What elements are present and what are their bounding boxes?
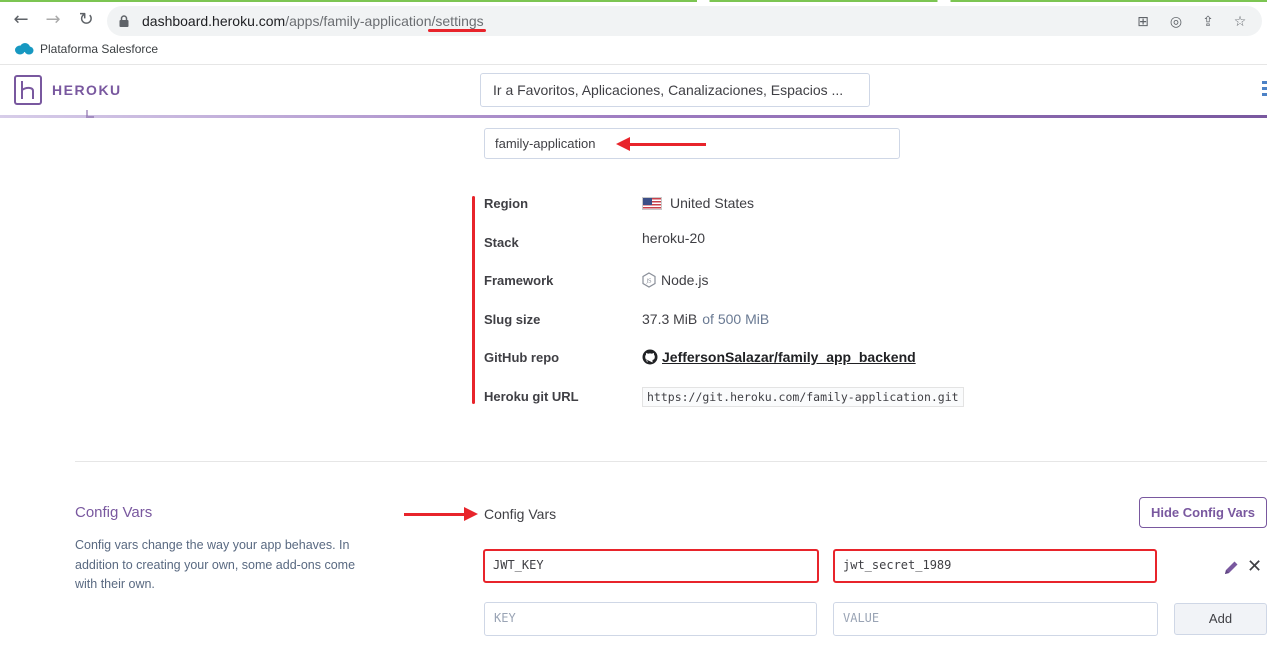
pencil-icon[interactable] xyxy=(1222,559,1240,577)
heroku-logo[interactable] xyxy=(14,75,42,105)
salesforce-cloud-icon xyxy=(15,43,34,55)
annotation-arrow-app-name xyxy=(616,137,706,151)
region-label: Region xyxy=(484,196,529,211)
config-var-value-field[interactable]: jwt_secret_1989 xyxy=(833,549,1157,583)
hide-config-vars-button[interactable]: Hide Config Vars xyxy=(1139,497,1267,528)
config-vars-description: Config vars change the way your app beha… xyxy=(75,538,356,591)
heroku-header: HEROKU Ir a Favoritos, Aplicaciones, Can… xyxy=(0,65,1267,118)
config-vars-title: Config Vars xyxy=(484,506,557,522)
config-vars-section-title: Config Vars xyxy=(75,504,153,521)
browser-toolbar: ← → ↻ dashboard.heroku.com/apps/family-a… xyxy=(0,2,1267,38)
brand-name: HEROKU xyxy=(52,82,122,98)
share-icon[interactable]: ⇪ xyxy=(1199,13,1217,31)
section-divider xyxy=(75,461,1267,462)
nodejs-icon: JS xyxy=(642,272,656,288)
close-icon[interactable]: ✕ xyxy=(1247,557,1262,577)
url-text: dashboard.heroku.com/apps/family-applica… xyxy=(142,13,484,29)
config-var-key-field[interactable]: JWT_KEY xyxy=(483,549,819,583)
add-config-var-button[interactable]: Add xyxy=(1174,603,1267,635)
new-key-input[interactable]: KEY xyxy=(484,602,817,636)
search-input[interactable]: Ir a Favoritos, Aplicaciones, Canalizaci… xyxy=(480,73,870,107)
stack-label: Stack xyxy=(484,235,519,250)
annotation-arrow-config-vars xyxy=(404,507,478,521)
github-repo-link[interactable]: JeffersonSalazar/family_app_backend xyxy=(662,349,916,365)
github-repo-label: GitHub repo xyxy=(484,350,560,365)
info-annotation-bar xyxy=(472,196,475,404)
us-flag-icon xyxy=(642,196,662,210)
eye-off-icon[interactable]: ◎ xyxy=(1167,13,1185,31)
url-path: /apps/family-application/ xyxy=(285,13,436,29)
git-url-label: Heroku git URL xyxy=(484,389,579,404)
git-url-text[interactable]: https://git.heroku.com/family-applicatio… xyxy=(642,387,964,407)
new-value-input[interactable]: VALUE xyxy=(833,602,1158,636)
stack-value: heroku-20 xyxy=(642,230,706,246)
back-icon[interactable]: ← xyxy=(10,9,32,31)
translate-icon[interactable]: ⊞ xyxy=(1134,13,1152,31)
reload-icon[interactable]: ↻ xyxy=(75,9,97,31)
slug-size-label: Slug size xyxy=(484,312,541,327)
url-annotation-underline xyxy=(428,29,486,32)
bookmarks-bar: Plataforma Salesforce xyxy=(0,38,1267,65)
framework-text: Node.js xyxy=(661,272,709,288)
heroku-logo-icon xyxy=(21,81,34,99)
lock-icon xyxy=(119,15,129,27)
github-icon xyxy=(642,349,658,365)
star-icon[interactable]: ☆ xyxy=(1231,13,1249,31)
slug-size-text: 37.3 MiB xyxy=(642,311,698,327)
framework-value: JS Node.js xyxy=(642,272,708,288)
svg-text:JS: JS xyxy=(645,279,652,285)
apps-grid-icon[interactable] xyxy=(1262,81,1267,99)
address-bar[interactable]: dashboard.heroku.com/apps/family-applica… xyxy=(107,6,1262,36)
bookmark-label: Plataforma Salesforce xyxy=(40,42,159,56)
framework-label: Framework xyxy=(484,273,554,288)
region-text: United States xyxy=(670,195,755,211)
region-value: United States xyxy=(642,195,754,211)
slug-size-value: 37.3 MiB of 500 MiB xyxy=(642,311,769,327)
bookmark-salesforce[interactable]: Plataforma Salesforce xyxy=(14,42,158,56)
url-host: dashboard.heroku.com xyxy=(142,13,286,29)
url-path-last: settings xyxy=(435,13,484,29)
github-repo-value: JeffersonSalazar/family_app_backend xyxy=(642,349,916,365)
slug-size-limit: of 500 MiB xyxy=(702,311,770,327)
forward-icon[interactable]: → xyxy=(42,9,64,31)
git-url-value: https://git.heroku.com/family-applicatio… xyxy=(642,387,964,407)
scrolled-section-fragment xyxy=(86,110,94,118)
